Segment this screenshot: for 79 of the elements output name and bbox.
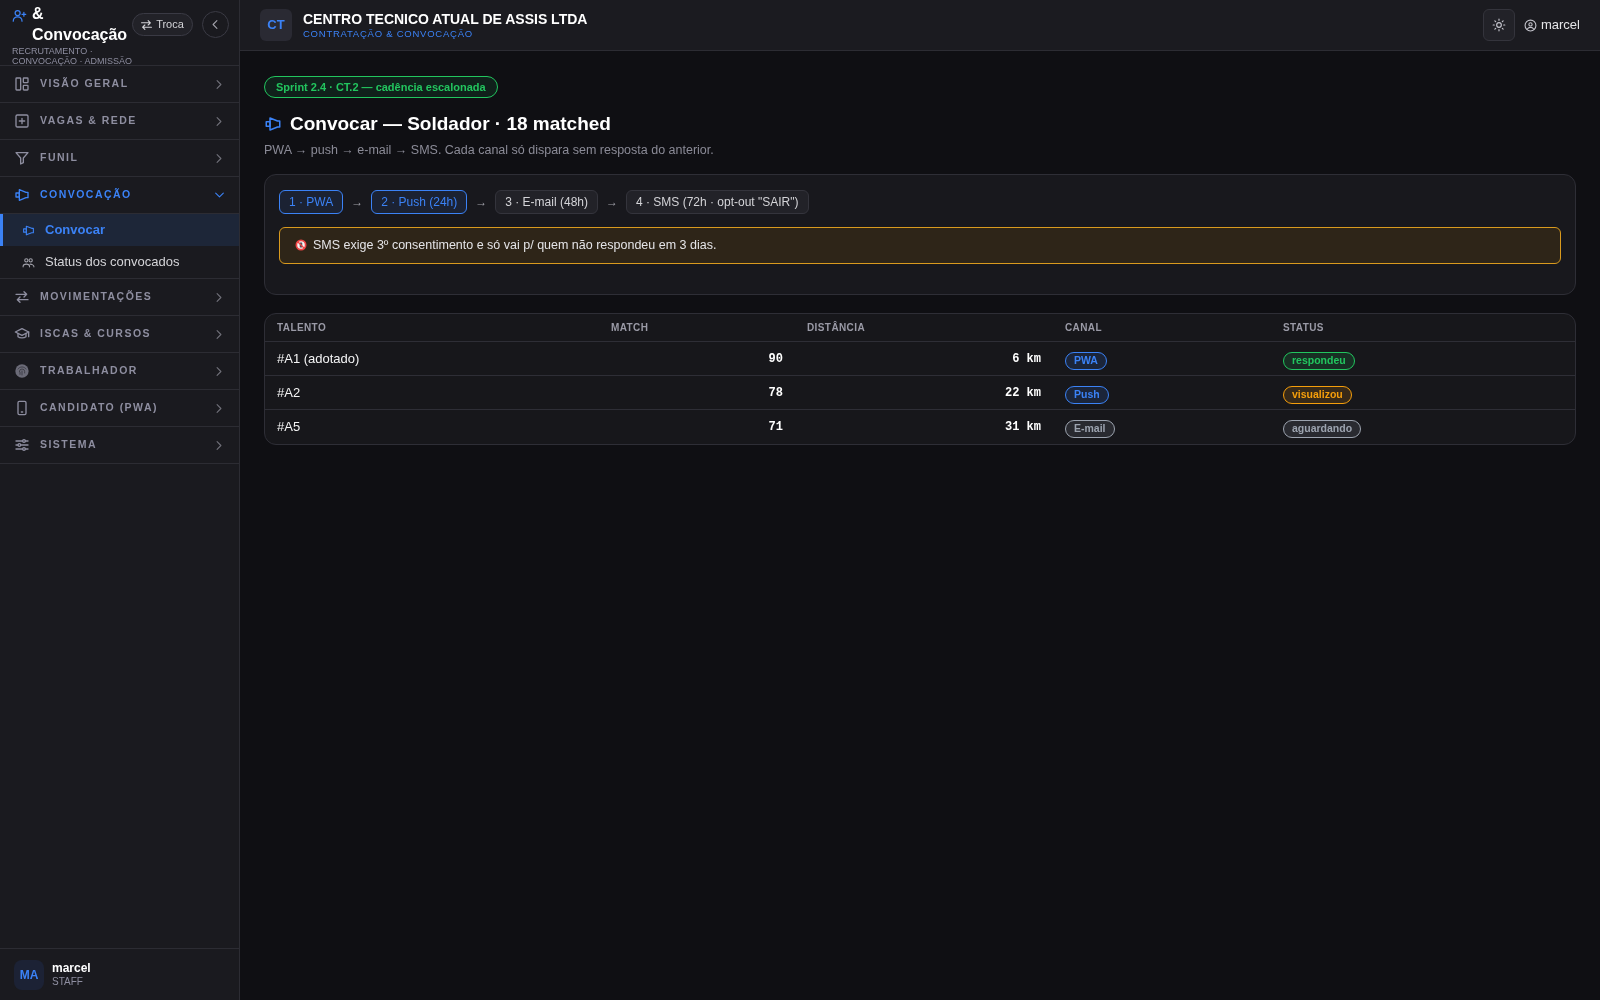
page-subtitle: PWA → push → e-mail → SMS. Cada canal só dispara sem resposta do anterior. (264, 142, 715, 159)
sprint-badge: Sprint 2.4 · CT.2 — cadência escalonada (264, 76, 498, 98)
switch-button[interactable]: Troca (132, 13, 193, 36)
column-header: DISTÂNCIA (795, 313, 1053, 342)
funnel-icon (14, 150, 30, 166)
channel-step[interactable]: 2 · Push (24h) (371, 189, 468, 214)
table-cell: #A5 (265, 409, 599, 444)
org-name: CENTRO TECNICO ATUAL DE ASSIS LTDA (303, 10, 588, 28)
table-cell: 71 (599, 409, 795, 444)
column-header: TALENTO (265, 313, 599, 342)
nav-item[interactable]: TRABALHADOR (0, 353, 239, 390)
channel-step[interactable]: 1 · PWA (279, 189, 344, 214)
user-circle-icon (1524, 18, 1537, 32)
chevron-right-icon (216, 365, 222, 377)
status-tag: respondeu (1283, 351, 1355, 370)
nav-item[interactable]: VAGAS & REDE (0, 103, 239, 140)
nav-subitem[interactable]: Status dos convocados (0, 246, 239, 278)
megaphone-icon (14, 187, 30, 203)
user-menu-button[interactable]: marcel (1524, 15, 1580, 35)
fingerprint-icon (14, 363, 30, 379)
prohibited-phone-icon (295, 239, 307, 252)
chevron-right-icon (216, 78, 222, 90)
sliders-icon (14, 437, 30, 453)
table-cell: 78 (599, 375, 795, 410)
status-tag: aguardando (1283, 419, 1362, 438)
arrow-text: → (351, 193, 364, 211)
user-avatar: MA (14, 959, 44, 990)
nav-item[interactable]: VISÃO GERAL (0, 66, 239, 103)
user-role: STAFF (52, 975, 84, 989)
chevron-right-icon (216, 115, 222, 127)
column-header: CANAL (1053, 313, 1271, 342)
module-name: CONTRATAÇÃO & CONVOCAÇÃO (303, 27, 474, 40)
nav-subitem[interactable]: Convocar (0, 214, 239, 246)
users-icon (22, 255, 35, 269)
nav-item[interactable]: ISCAS & CURSOS (0, 316, 239, 353)
warning-text: SMS exige 3º consentimento e só vai p/ quem não respondeu em 3 dias. (313, 236, 717, 254)
table-cell: 90 (599, 341, 795, 376)
chevron-right-icon (216, 291, 222, 303)
table-cell: 31 km (795, 409, 1053, 444)
nav-item[interactable]: CANDIDATO (PWA) (0, 390, 239, 427)
channel-tag: PWA (1065, 351, 1107, 370)
arrows-icon (14, 289, 30, 305)
column-header: STATUS (1271, 313, 1575, 342)
chevron-right-icon (216, 328, 222, 340)
nav-item[interactable]: FUNIL (0, 140, 239, 177)
table-cell: 6 km (795, 341, 1053, 376)
sun-icon (1492, 18, 1506, 32)
arrow-text: → (605, 193, 618, 211)
table-cell: 22 km (795, 375, 1053, 410)
phone-icon (14, 400, 30, 416)
sidebar-subtitle: RECRUTAMENTO · CONVOCAÇÃO · ADMISSÃO (12, 46, 134, 66)
layout-icon (14, 76, 30, 92)
table-cell: #A1 (adotado) (265, 341, 599, 376)
swap-icon (141, 19, 153, 30)
channel-step[interactable]: 4 · SMS (72h · opt-out "SAIR") (625, 189, 809, 214)
graduation-cap-icon (14, 326, 30, 342)
chevron-right-icon (216, 152, 222, 164)
column-header: MATCH (599, 313, 795, 342)
theme-toggle-button[interactable] (1483, 9, 1515, 41)
org-avatar: CT (260, 9, 292, 41)
chevron-right-icon (216, 439, 222, 451)
channel-tag: Push (1065, 385, 1109, 404)
chevron-right-icon (216, 402, 222, 414)
user-plus-icon (12, 8, 27, 23)
page-title: Convocar — Soldador · 18 matched (290, 112, 611, 136)
sidebar-title: & Convocação (32, 4, 128, 45)
nav-item[interactable]: SISTEMA (0, 427, 239, 464)
table-cell: #A2 (265, 375, 599, 410)
megaphone-icon (264, 115, 282, 133)
plus-square-icon (14, 113, 30, 129)
nav-item[interactable]: MOVIMENTAÇÕES (0, 279, 239, 316)
chevron-left-icon (212, 19, 219, 30)
status-tag: visualizou (1283, 385, 1352, 404)
channel-step[interactable]: 3 · E-mail (48h) (495, 189, 598, 214)
user-name: marcel (52, 960, 91, 976)
channel-tag: E-mail (1065, 419, 1115, 438)
arrow-text: → (475, 193, 488, 211)
megaphone-icon (22, 223, 35, 237)
chevron-down-icon (214, 192, 225, 198)
